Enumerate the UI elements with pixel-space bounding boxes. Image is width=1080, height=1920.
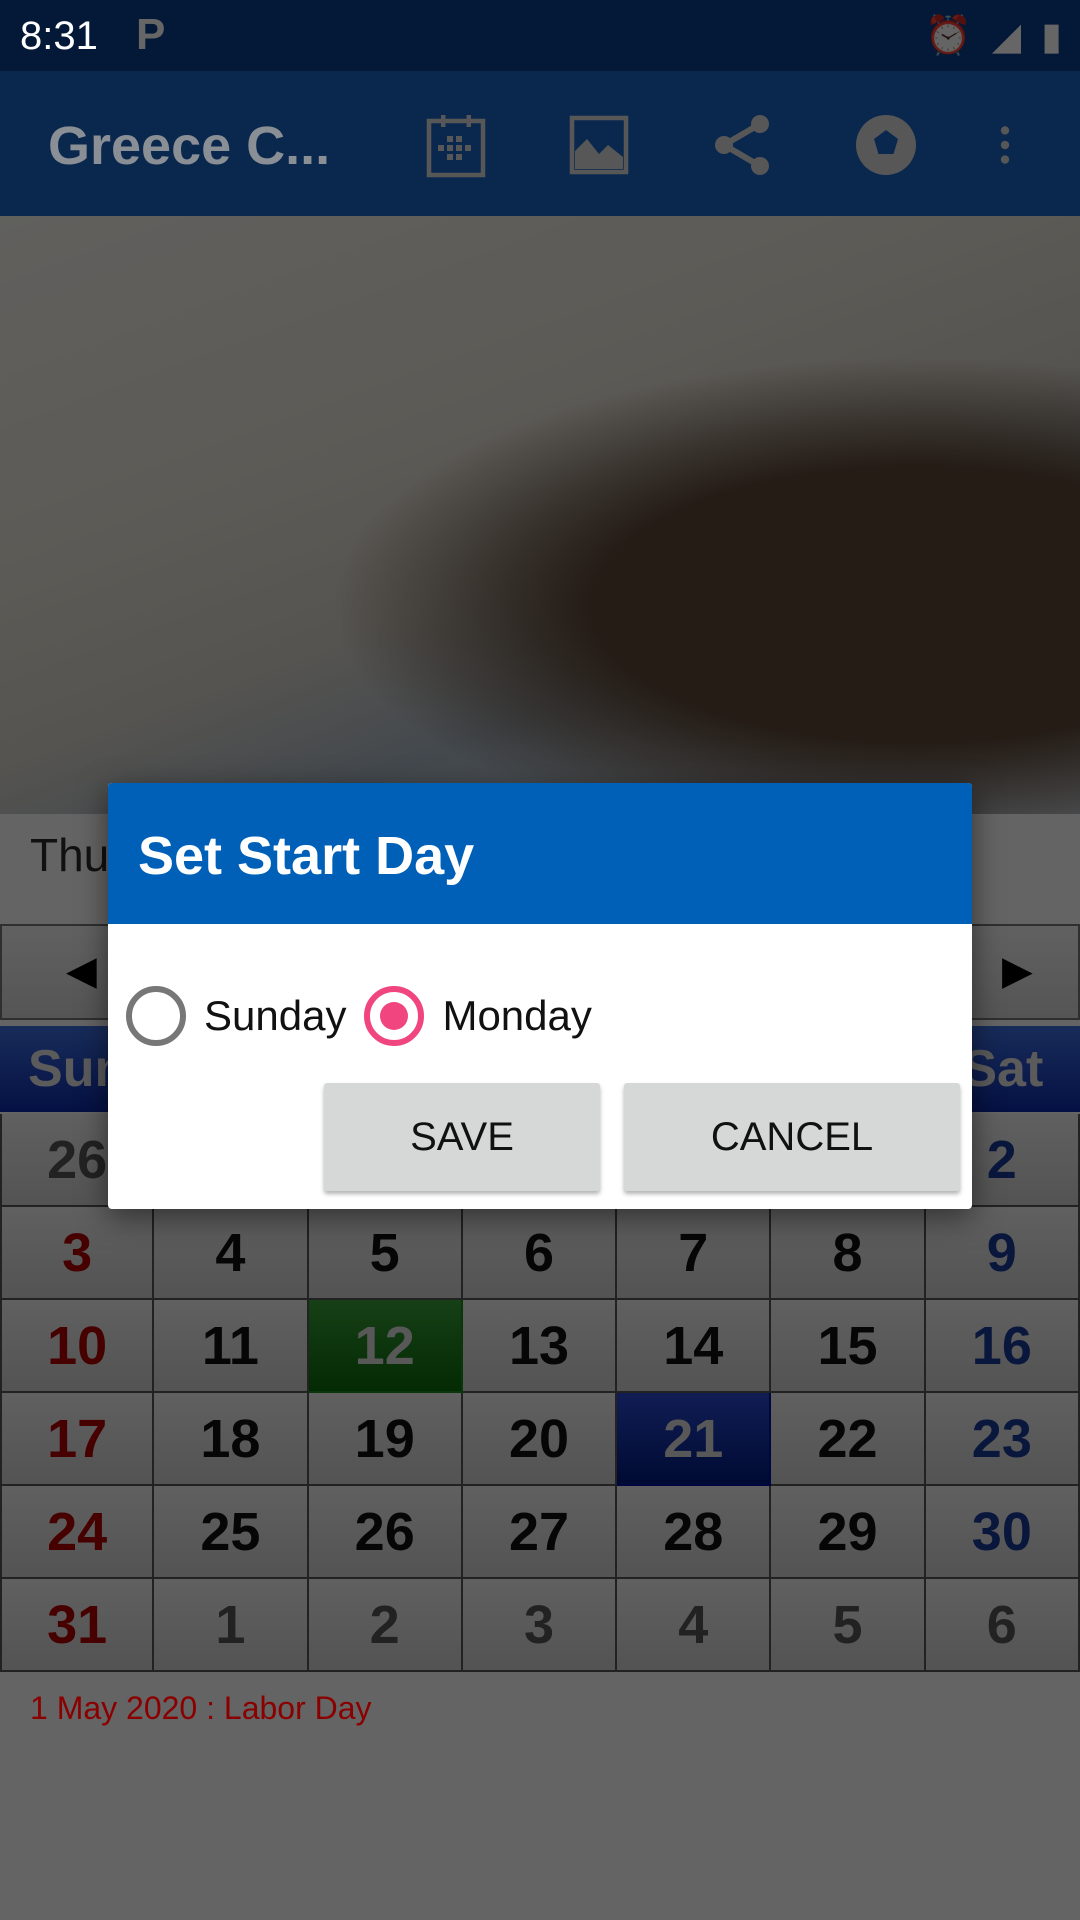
save-button[interactable]: SAVE [324,1083,600,1191]
more-vert-icon[interactable] [980,109,1030,181]
share-icon[interactable] [706,109,778,181]
next-month-button[interactable]: ▶ [1002,948,1033,994]
calendar-day-cell[interactable]: 28 [617,1486,772,1579]
calendar-day-cell[interactable]: 26 [308,1486,463,1579]
calendar-day-cell[interactable]: 27 [462,1486,618,1579]
calendar-day-cell[interactable]: 4 [617,1579,772,1672]
calendar-day-cell[interactable]: 30 [925,1486,1080,1579]
calendar-day-cell[interactable]: 16 [925,1300,1080,1393]
radio-label-sunday[interactable]: Sunday [204,992,346,1040]
prev-month-button[interactable]: ◀ [66,948,97,994]
app-title: Greece C... [48,116,331,176]
calendar-day-cell[interactable]: 12 [308,1300,463,1393]
calendar-week-row: 17 18 19 20 21 22 23 [0,1393,1080,1486]
calendar-day-cell[interactable]: 23 [925,1393,1080,1486]
image-icon[interactable] [563,109,635,181]
calendar-day-cell[interactable]: 31 [0,1579,155,1672]
calendar-day-cell[interactable]: 5 [308,1207,463,1300]
calendar-day-cell[interactable]: 13 [462,1300,618,1393]
calendar-day-cell[interactable]: 29 [771,1486,926,1579]
calendar-day-cell[interactable]: 9 [925,1207,1080,1300]
soccer-ball-icon[interactable] [850,109,922,181]
calendar-day-cell[interactable]: 17 [0,1393,155,1486]
battery-charging-icon: ▮ [1041,16,1062,58]
calendar-day-cell[interactable]: 6 [462,1207,618,1300]
calendar-day-cell[interactable]: 1 [154,1579,309,1672]
calendar-day-cell[interactable]: 3 [462,1579,618,1672]
today-text: Thu [30,829,110,881]
signal-no-data-icon: ◢ [991,16,1022,58]
calendar-week-row: 3456789 [0,1207,1080,1300]
calendar-day-cell[interactable]: 6 [925,1579,1080,1672]
holiday-note: 1 May 2020 : Labor Day [30,1690,372,1726]
status-bar: 8:31 P ⏰ ◢ ▮ [0,0,1080,71]
radio-sunday[interactable] [126,986,186,1046]
calendar-day-cell[interactable]: 18 [154,1393,309,1486]
dialog-title: Set Start Day [108,783,972,924]
radio-monday[interactable] [364,986,425,1046]
calendar-day-cell[interactable]: 22 [771,1393,926,1486]
calendar-day-cell[interactable]: 10 [0,1300,155,1393]
calendar-day-cell[interactable]: 14 [617,1300,772,1393]
p-icon: P [136,10,166,59]
calendar-icon[interactable] [420,109,492,181]
alarm-icon: ⏰ [924,15,972,57]
calendar-week-row: 24 25 26 27 28 29 30 [0,1486,1080,1579]
calendar-day-cell[interactable]: 20 [462,1393,618,1486]
status-time: 8:31 [20,14,98,58]
calendar-day-cell[interactable]: 5 [771,1579,926,1672]
calendar-day-cell[interactable]: 21 [617,1393,772,1486]
calendar-day-cell[interactable]: 8 [771,1207,926,1300]
calendar-week-row: 31 1 2 3 4 5 6 [0,1579,1080,1672]
cancel-button[interactable]: CANCEL [624,1083,960,1191]
calendar-day-cell[interactable]: 4 [154,1207,309,1300]
calendar-day-cell[interactable]: 25 [154,1486,309,1579]
calendar-day-cell[interactable]: 19 [308,1393,463,1486]
radio-label-monday[interactable]: Monday [442,992,591,1040]
calendar-day-cell[interactable]: 11 [154,1300,309,1393]
calendar-day-cell[interactable]: 7 [617,1207,772,1300]
calendar-day-cell[interactable]: 3 [0,1207,155,1300]
header-photo [0,216,1080,814]
start-day-radio-group: Sunday Monday [126,986,610,1046]
calendar-day-cell[interactable]: 15 [771,1300,926,1393]
calendar-week-row: 10 11 12 13 14 15 16 [0,1300,1080,1393]
set-start-day-dialog: Set Start Day Sunday Monday SAVE CANCEL [108,783,972,1209]
calendar-day-cell[interactable]: 24 [0,1486,155,1579]
calendar-day-cell[interactable]: 2 [308,1579,463,1672]
app-bar: Greece C... [0,71,1080,216]
